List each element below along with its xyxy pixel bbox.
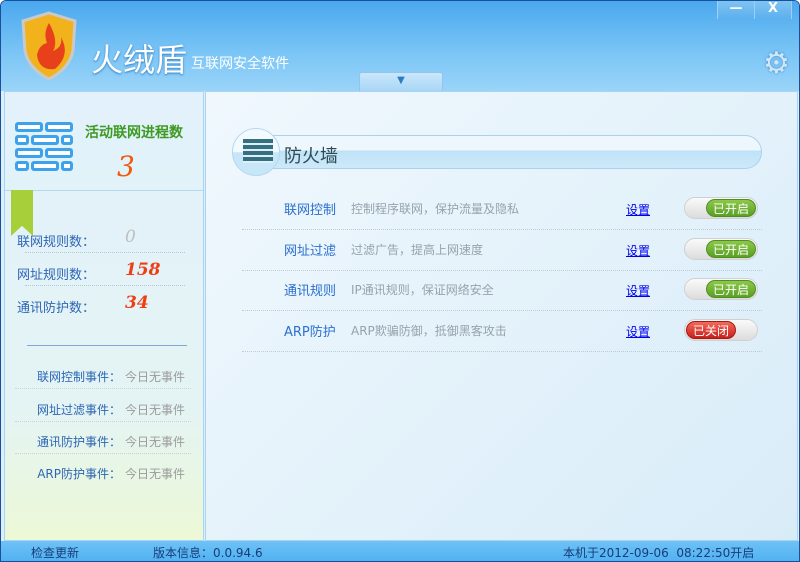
- main-panel: 防火墙 联网控制 控制程序联网，保护流量及隐私 设置 已开启 网址过滤 过滤广告…: [205, 91, 798, 541]
- close-button[interactable]: X: [754, 1, 792, 19]
- app-title: 火绒盾: [91, 41, 188, 79]
- shield-logo-icon: [21, 11, 77, 81]
- feature-desc: 控制程序联网，保护流量及隐私: [351, 202, 520, 216]
- toggle-state: 已开启: [706, 280, 756, 298]
- firewall-icon: [243, 139, 273, 163]
- event-label: 联网控制事件：: [36, 370, 121, 384]
- feature-row-comm-rules: 通讯规则 IP通讯规则，保证网络安全 设置 已开启: [242, 270, 762, 311]
- status-bar: 检查更新 版本信息：0.0.94.6 本机于2012-09-06 08:22:5…: [1, 541, 799, 561]
- settings-link[interactable]: 设置: [626, 201, 650, 218]
- feature-row-url-filter: 网址过滤 过滤广告，提高上网速度 设置 已开启: [242, 230, 762, 271]
- active-process-count: 3: [117, 150, 135, 183]
- stat-value: 34: [125, 293, 149, 313]
- stat-label: 通讯防护数：: [16, 301, 95, 316]
- feature-name: ARP防护: [284, 325, 336, 340]
- toggle-switch[interactable]: 已开启: [684, 278, 758, 300]
- chevron-down-icon: ▼: [397, 75, 405, 86]
- stat-value: 158: [125, 260, 161, 280]
- settings-link[interactable]: 设置: [626, 282, 650, 299]
- dropdown-tab-button[interactable]: ▼: [359, 72, 443, 91]
- toggle-switch[interactable]: 已开启: [684, 197, 758, 219]
- feature-row-arp: ARP防护 ARP欺骗防御，抵御黑客攻击 设置 已关闭: [242, 311, 762, 352]
- boot-time: 本机于2012-09-06 08:22:50开启: [563, 546, 755, 560]
- minimize-button[interactable]: —: [717, 1, 755, 19]
- firewall-brick-icon: [15, 122, 75, 174]
- check-update-link[interactable]: 检查更新: [31, 544, 79, 561]
- event-label: ARP防护事件：: [37, 467, 121, 481]
- event-value: 今日无事件: [125, 403, 186, 417]
- sidebar: 活动联网进程数 3 联网规则数： 0 网址规则数： 158 通讯防护数： 34 联网控…: [4, 91, 204, 541]
- feature-row-network-control: 联网控制 控制程序联网，保护流量及隐私 设置 已开启: [242, 189, 762, 230]
- toggle-state: 已开启: [706, 240, 756, 258]
- event-row: 通讯防护事件： 今日无事件: [15, 424, 191, 454]
- event-row: 联网控制事件： 今日无事件: [15, 359, 191, 389]
- header: 火绒盾 互联网安全软件 ▼ — X ⚙: [1, 1, 799, 91]
- settings-link[interactable]: 设置: [626, 323, 650, 340]
- toggle-state: 已关闭: [686, 321, 736, 339]
- stat-label: 联网规则数：: [16, 235, 95, 250]
- event-value: 今日无事件: [125, 467, 186, 481]
- active-process-title: 活动联网进程数: [85, 125, 183, 141]
- event-label: 通讯防护事件：: [36, 435, 121, 449]
- stat-value: 0: [125, 227, 136, 247]
- toggle-switch[interactable]: 已关闭: [684, 319, 758, 341]
- stat-label: 网址规则数：: [16, 268, 95, 283]
- settings-link[interactable]: 设置: [626, 242, 650, 259]
- feature-name: 网址过滤: [284, 244, 337, 259]
- section-title: 防火墙: [284, 146, 338, 167]
- event-row: 网址过滤事件： 今日无事件: [15, 392, 191, 422]
- feature-name: 联网控制: [284, 203, 337, 218]
- event-row: ARP防护事件： 今日无事件: [15, 456, 191, 486]
- event-value: 今日无事件: [125, 370, 186, 384]
- divider: [5, 190, 203, 191]
- app-window: 火绒盾 互联网安全软件 ▼ — X ⚙ 活动联网进程数 3 联网规则数： 0 网址…: [0, 0, 800, 562]
- feature-desc: IP通讯规则，保证网络安全: [351, 283, 494, 297]
- toggle-switch[interactable]: 已开启: [684, 238, 758, 260]
- version-info: 版本信息：0.0.94.6: [153, 546, 263, 560]
- event-label: 网址过滤事件：: [36, 403, 121, 417]
- divider: [27, 345, 187, 346]
- stat-row: 网址规则数： 158: [17, 256, 185, 286]
- feature-desc: ARP欺骗防御，抵御黑客攻击: [351, 324, 507, 338]
- stat-row: 联网规则数： 0: [17, 223, 185, 253]
- toggle-state: 已开启: [706, 199, 756, 217]
- stat-row: 通讯防护数： 34: [17, 289, 185, 319]
- app-subtitle: 互联网安全软件: [191, 56, 289, 72]
- feature-name: 通讯规则: [284, 284, 337, 299]
- event-value: 今日无事件: [125, 435, 186, 449]
- gear-icon[interactable]: ⚙: [763, 49, 793, 79]
- feature-desc: 过滤广告，提高上网速度: [351, 243, 484, 257]
